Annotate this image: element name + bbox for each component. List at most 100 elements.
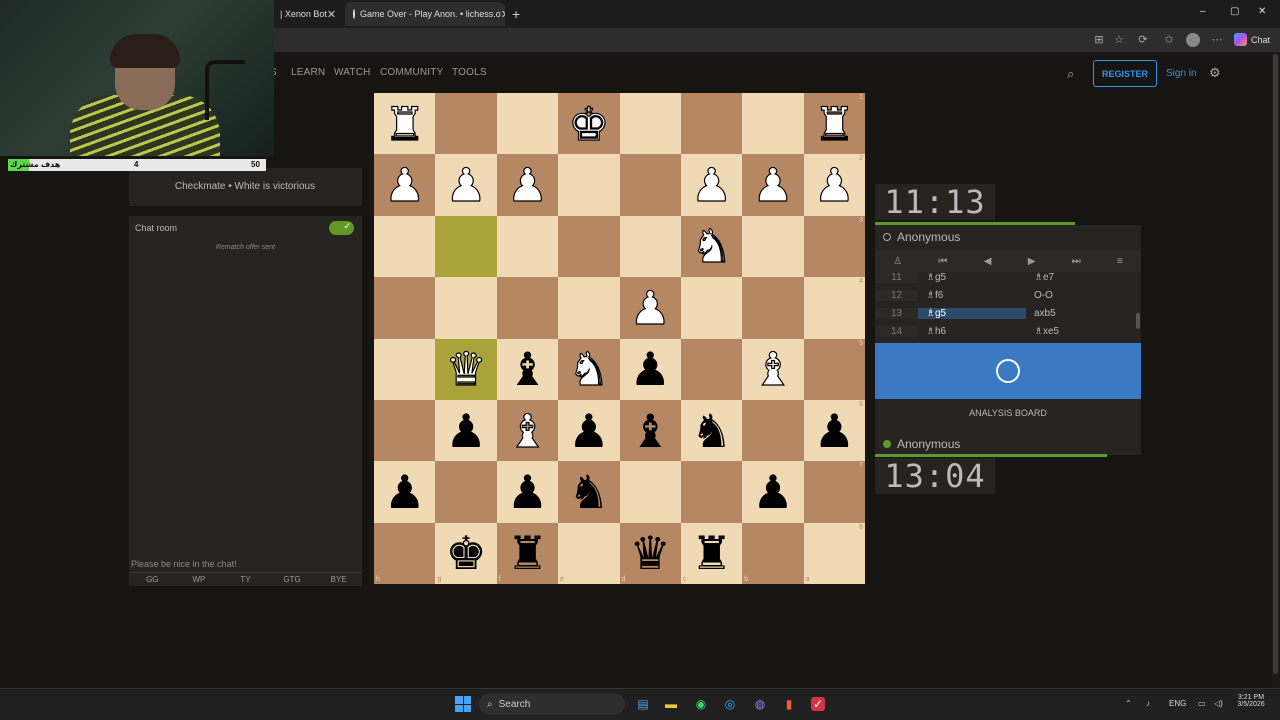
board-square[interactable]: ♛ d — [619, 522, 681, 584]
board-square[interactable]: ♟ — [374, 154, 436, 216]
board-square[interactable]: ♟ — [558, 399, 620, 462]
chess-board[interactable]: ♜ ♚ ♜ 1 ♟ ♟ ♟ ♟ ♟ ♟ 2 ♞ 3 ♟ 4 ♛ ♝ ♞ ♟ ♝ 5 ♟ ♝ ♟ ♝ ♞ ♟ 6 ♟ ♟ ♞ ♟ 7 h ♚ g ♜ f e ♛… — [374, 93, 865, 584]
board-square[interactable]: ♝ — [742, 338, 804, 400]
black-move[interactable]: O-O — [1026, 290, 1134, 301]
board-square[interactable] — [680, 93, 743, 155]
board-square[interactable]: b — [742, 522, 804, 584]
black-move[interactable]: ♗xe5 — [1026, 326, 1134, 337]
board-square[interactable] — [680, 338, 743, 400]
board-square[interactable] — [742, 277, 804, 339]
flip-board-icon[interactable]: ♙ — [893, 256, 902, 267]
favorite-star-icon[interactable]: ☆ — [1112, 33, 1126, 47]
black-rook-icon[interactable]: ♜ — [691, 530, 732, 576]
board-square[interactable] — [374, 215, 436, 278]
board-square[interactable] — [435, 461, 497, 523]
board-square[interactable]: ♛ — [435, 338, 497, 400]
board-square[interactable] — [374, 399, 436, 462]
board-square[interactable] — [619, 154, 681, 216]
board-square[interactable]: ♟ 2 — [803, 154, 865, 216]
nav-tools[interactable]: TOOLS — [452, 67, 487, 78]
board-square[interactable] — [496, 93, 559, 155]
white-knight-icon[interactable]: ♞ — [690, 223, 732, 270]
close-window-button[interactable]: ✕ — [1258, 6, 1266, 17]
board-square[interactable]: 4 — [803, 277, 865, 339]
board-square[interactable] — [619, 93, 681, 155]
black-pawn-icon[interactable]: ♟ — [384, 469, 425, 515]
tab-xenon-bot[interactable]: | Xenon Bot ✕ — [272, 2, 344, 26]
board-square[interactable]: ♜ f — [496, 522, 559, 584]
white-move[interactable]: ♗g5 — [918, 307, 1026, 319]
next-move-icon[interactable]: ▶ — [1028, 256, 1036, 267]
board-square[interactable]: ♟ — [374, 461, 436, 523]
white-pawn-icon[interactable]: ♟ — [752, 161, 794, 208]
board-square[interactable]: ♟ 6 — [803, 399, 865, 462]
nav-community[interactable]: COMMUNITY — [380, 67, 443, 78]
white-rook-icon[interactable]: ♜ — [813, 100, 855, 147]
black-king-icon[interactable]: ♚ — [445, 530, 486, 576]
board-square[interactable] — [742, 93, 804, 155]
move-list-scrollbar[interactable] — [1136, 313, 1140, 329]
board-square[interactable] — [619, 461, 681, 523]
preset-ty[interactable]: TY — [222, 573, 269, 586]
taskbar-search[interactable]: ⌕ Search — [479, 693, 625, 715]
black-move[interactable]: ♗e7 — [1026, 272, 1134, 283]
board-square[interactable]: ♟ — [742, 461, 804, 523]
whatsapp-icon[interactable]: ◉ — [694, 697, 708, 711]
start-icon[interactable] — [455, 696, 471, 712]
preset-wp[interactable]: WP — [176, 573, 223, 586]
board-square[interactable]: ♟ — [496, 461, 559, 523]
board-square[interactable]: ♞ — [680, 215, 743, 278]
tray-overflow-icon[interactable]: ⌃ — [1125, 699, 1132, 708]
board-square[interactable] — [558, 215, 620, 278]
black-move[interactable]: axb5 — [1026, 308, 1134, 319]
network-icon[interactable]: ▭ — [1198, 699, 1206, 708]
microphone-icon[interactable]: ▮ — [782, 697, 796, 711]
white-pawn-icon[interactable]: ♟ — [690, 161, 732, 208]
white-move[interactable]: ♗g5 — [918, 272, 1026, 283]
board-square[interactable] — [374, 338, 436, 400]
chat-toggle[interactable] — [329, 221, 354, 235]
language-indicator[interactable]: ENG — [1169, 699, 1186, 708]
black-knight-icon[interactable]: ♞ — [691, 408, 732, 454]
previous-move-icon[interactable]: ◀ — [984, 256, 992, 267]
board-square[interactable]: ♟ — [680, 154, 743, 216]
white-bishop-icon[interactable]: ♝ — [752, 346, 794, 393]
white-rook-icon[interactable]: ♜ — [383, 100, 425, 147]
page-scrollbar-thumb[interactable] — [1273, 54, 1278, 674]
white-pawn-icon[interactable]: ♟ — [629, 284, 671, 331]
board-square[interactable] — [680, 461, 743, 523]
preset-gg[interactable]: GG — [129, 573, 176, 586]
volume-icon[interactable]: ◁) — [1214, 699, 1223, 708]
board-square[interactable]: ♚ — [558, 93, 620, 155]
maximize-button[interactable]: ▢ — [1230, 6, 1239, 17]
settings-gear-icon[interactable]: ⚙ — [1209, 65, 1221, 81]
board-square[interactable]: ♟ — [435, 154, 497, 216]
app-icon[interactable]: ✓ — [811, 697, 825, 711]
favorites-icon[interactable]: ✩ — [1162, 33, 1176, 47]
black-rook-icon[interactable]: ♜ — [507, 530, 548, 576]
black-pawn-icon[interactable]: ♟ — [814, 408, 855, 454]
white-knight-icon[interactable]: ♞ — [568, 346, 610, 393]
board-square[interactable] — [680, 277, 743, 339]
board-square[interactable] — [435, 215, 497, 278]
board-square[interactable]: ♟ — [619, 338, 681, 400]
black-knight-icon[interactable]: ♞ — [568, 469, 609, 515]
split-screen-icon[interactable]: ⊞ — [1092, 33, 1106, 47]
board-square[interactable]: ♜ 1 — [803, 93, 865, 155]
board-square[interactable]: ♟ — [742, 154, 804, 216]
black-bishop-icon[interactable]: ♝ — [507, 346, 548, 392]
board-square[interactable]: ♞ — [558, 338, 620, 400]
board-square[interactable]: ♞ — [680, 399, 743, 462]
analysis-board-button[interactable] — [875, 343, 1141, 399]
black-bishop-icon[interactable]: ♝ — [630, 408, 671, 454]
board-square[interactable] — [742, 399, 804, 462]
black-pawn-icon[interactable]: ♟ — [445, 408, 486, 454]
file-explorer-icon[interactable]: ▬ — [664, 697, 678, 711]
board-square[interactable]: ♟ — [619, 277, 681, 339]
board-square[interactable] — [496, 215, 559, 278]
board-square[interactable]: ♜ — [374, 93, 436, 155]
sign-in-link[interactable]: Sign in — [1166, 68, 1197, 79]
copilot-chat-button[interactable]: Chat — [1234, 33, 1270, 46]
preset-bye[interactable]: BYE — [315, 573, 362, 586]
tray-mic-icon[interactable]: ♪ — [1146, 699, 1150, 708]
